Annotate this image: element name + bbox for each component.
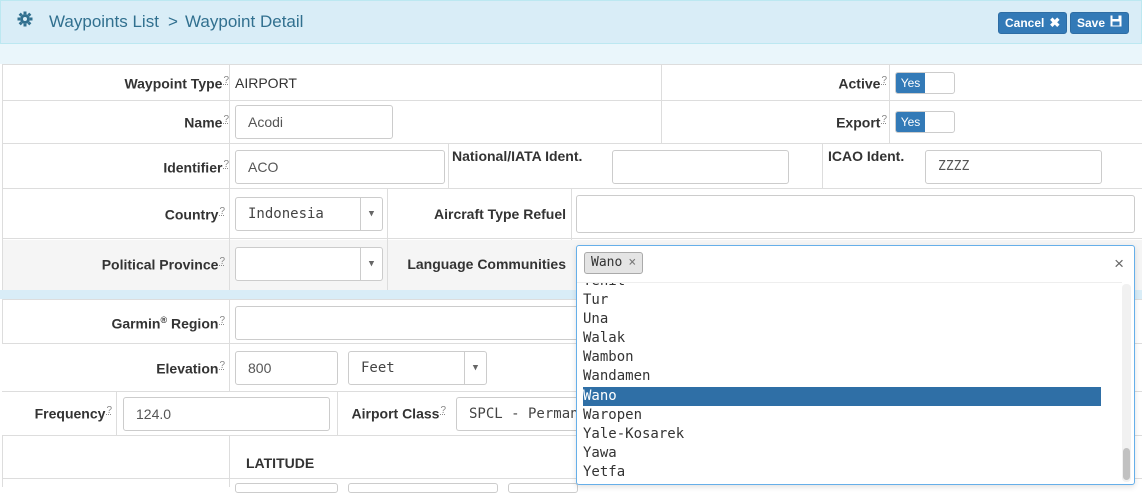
close-icon: ✖	[1049, 15, 1061, 30]
garmin-region-label: Garmin® Region?	[111, 315, 225, 332]
help-icon[interactable]: ?	[219, 315, 225, 326]
identifier-input[interactable]: ACO	[235, 150, 445, 184]
selected-tag: Wano ×	[584, 252, 644, 274]
col-divider	[116, 392, 117, 436]
latitude-direction-input[interactable]	[508, 483, 578, 493]
elevation-unit-select[interactable]: Feet ▼	[348, 351, 487, 385]
breadcrumb-waypoint-detail: Waypoint Detail	[185, 12, 304, 31]
airport-class-select[interactable]: SPCL - Perman	[456, 397, 596, 431]
dropdown-option[interactable]: Wandamen	[583, 367, 1101, 386]
aircraft-type-refuel-label: Aircraft Type Refuel	[434, 206, 566, 222]
selected-tag-label: Wano	[591, 255, 623, 270]
latitude-degrees-input[interactable]	[235, 483, 338, 493]
save-button-label: Save	[1077, 16, 1106, 30]
active-toggle[interactable]: Yes	[895, 72, 955, 94]
help-icon[interactable]: ?	[223, 159, 229, 170]
page-header: Waypoints List > Waypoint Detail Cancel …	[0, 0, 1142, 44]
language-communities-select[interactable]: Wano × × Tehit Tur Una Walak Wambon Wand…	[576, 245, 1135, 485]
latitude-header: LATITUDE	[246, 455, 315, 471]
icao-input[interactable]: ZZZZ	[925, 150, 1102, 184]
airport-class-label: Airport Class?	[351, 405, 446, 422]
export-toggle[interactable]: Yes	[895, 111, 955, 133]
language-communities-label: Language Communities	[407, 256, 566, 272]
row-name	[2, 101, 1142, 144]
help-icon[interactable]: ?	[440, 405, 446, 416]
waypoint-type-label: Waypoint Type?	[124, 75, 229, 92]
col-divider	[229, 436, 230, 487]
national-iata-input[interactable]	[612, 150, 789, 184]
breadcrumb-waypoints-list[interactable]: Waypoints List	[49, 12, 159, 32]
national-iata-label: National/IATA Ident.	[452, 148, 583, 164]
dropdown-option[interactable]: Yetfa	[583, 463, 1101, 482]
political-province-label: Political Province?	[101, 256, 225, 273]
frequency-label: Frequency?	[34, 405, 112, 422]
dropdown-option[interactable]: Tur	[583, 291, 1101, 310]
chevron-down-icon: ▼	[360, 198, 382, 230]
country-select-value: Indonesia	[248, 206, 324, 222]
export-label: Export?	[836, 114, 887, 131]
dropdown-option[interactable]: Yale-Kosarek	[583, 425, 1101, 444]
export-toggle-on: Yes	[896, 112, 925, 132]
help-icon[interactable]: ?	[223, 114, 229, 125]
dropdown-option-selected[interactable]: Wano	[583, 387, 1101, 406]
waypoint-type-value: AIRPORT	[235, 75, 297, 91]
political-province-select[interactable]: ▼	[235, 247, 383, 281]
country-select[interactable]: Indonesia ▼	[235, 197, 383, 231]
frequency-input[interactable]: 124.0	[123, 397, 330, 431]
dropdown-option[interactable]: Wambon	[583, 348, 1101, 367]
col-divider	[229, 240, 230, 290]
dropdown-options-list: Tehit Tur Una Walak Wambon Wandamen Wano…	[577, 282, 1122, 484]
dropdown-option[interactable]: Walak	[583, 329, 1101, 348]
help-icon[interactable]: ?	[881, 114, 887, 125]
help-icon[interactable]: ?	[219, 360, 225, 371]
clear-selection-icon[interactable]: ×	[1114, 254, 1124, 274]
col-divider	[448, 144, 449, 189]
help-icon[interactable]: ?	[881, 75, 887, 86]
registered-mark: ®	[160, 315, 168, 325]
elevation-unit-value: Feet	[361, 360, 395, 376]
active-toggle-on: Yes	[896, 73, 925, 93]
dropdown-option[interactable]: Una	[583, 310, 1101, 329]
breadcrumb-separator: >	[168, 12, 178, 31]
elevation-input[interactable]: 800	[235, 351, 338, 385]
floppy-disk-icon	[1110, 13, 1122, 33]
active-label: Active?	[838, 75, 887, 92]
col-divider	[387, 240, 388, 290]
chevron-down-icon: ▼	[464, 352, 486, 384]
scrollbar-thumb[interactable]	[1123, 448, 1130, 480]
save-button[interactable]: Save	[1070, 12, 1130, 34]
help-icon[interactable]: ?	[106, 405, 112, 416]
dropdown-scrollbar[interactable]	[1122, 284, 1131, 482]
help-icon[interactable]: ?	[223, 75, 229, 86]
help-icon[interactable]: ?	[219, 256, 225, 267]
col-divider	[337, 392, 338, 436]
icao-label: ICAO Ident.	[828, 148, 905, 164]
airport-class-value: SPCL - Perman	[469, 406, 579, 422]
chevron-down-icon: ▼	[360, 248, 382, 280]
dropdown-option[interactable]: Yawa	[583, 444, 1101, 463]
country-label: Country?	[164, 206, 225, 223]
cancel-button[interactable]: Cancel ✖	[998, 12, 1068, 34]
col-divider	[822, 144, 823, 189]
cancel-button-label: Cancel	[1005, 16, 1045, 30]
dropdown-option[interactable]: Waropen	[583, 406, 1101, 425]
gear-icon[interactable]	[17, 11, 33, 30]
help-icon[interactable]: ?	[219, 206, 225, 217]
dropdown-option[interactable]: Tehit	[583, 283, 1101, 291]
aircraft-type-refuel-input[interactable]	[576, 195, 1135, 233]
latitude-minutes-input[interactable]	[348, 483, 498, 493]
name-label: Name?	[184, 114, 229, 131]
identifier-label: Identifier?	[163, 159, 229, 176]
name-input[interactable]: Acodi	[235, 105, 393, 139]
tag-remove-icon[interactable]: ×	[628, 253, 636, 273]
elevation-label: Elevation?	[156, 360, 225, 377]
header-spacer	[0, 44, 1142, 64]
garmin-region-input[interactable]	[235, 306, 635, 340]
